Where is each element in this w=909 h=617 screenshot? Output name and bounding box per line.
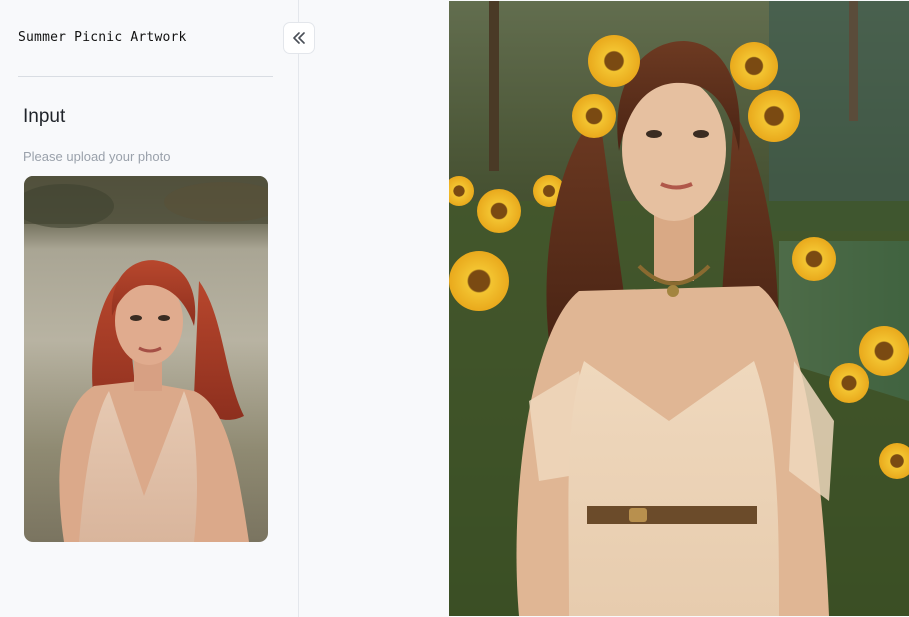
collapse-sidebar-button[interactable]	[283, 22, 315, 54]
double-chevron-left-icon	[292, 32, 306, 44]
sidebar: Summer Picnic Artwork Input Please uploa…	[0, 0, 299, 617]
input-section-heading: Input	[23, 106, 66, 127]
app-root: Summer Picnic Artwork Input Please uploa…	[0, 0, 909, 617]
sidebar-divider	[18, 76, 273, 77]
input-photo-upload[interactable]	[24, 176, 268, 542]
output-photo	[449, 1, 909, 616]
upload-hint: Please upload your photo	[23, 149, 171, 164]
input-photo	[24, 176, 268, 542]
app-title: Summer Picnic Artwork	[18, 30, 187, 45]
